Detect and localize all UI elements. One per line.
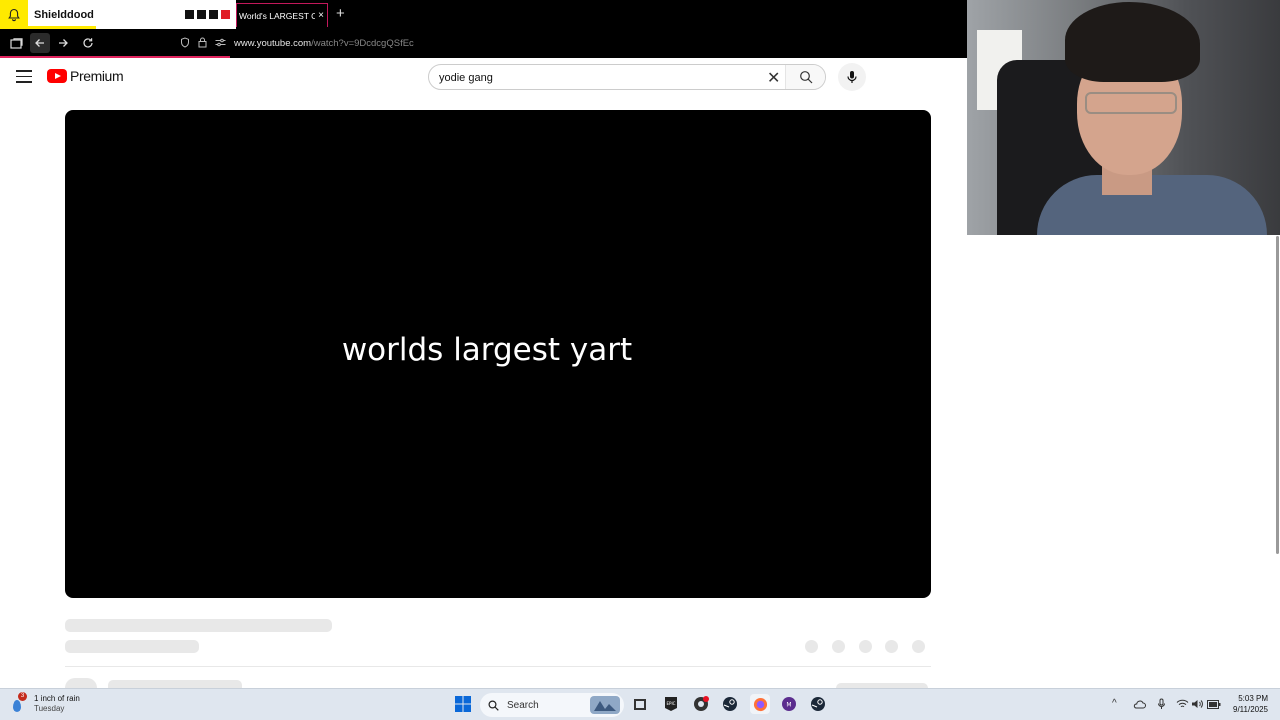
video-caption: worlds largest yart <box>341 332 633 368</box>
tab-strip: Shielddood World's LARGEST Car × + <box>0 0 968 29</box>
clock[interactable]: 5:03 PM 9/11/2025 <box>1233 693 1268 715</box>
forward-arrow-icon <box>59 39 68 47</box>
weather-line-1: 1 inch of rain <box>34 693 80 703</box>
url-domain: www.youtube.com <box>234 38 312 49</box>
clock-date: 9/11/2025 <box>1233 705 1268 714</box>
action-skeleton <box>805 640 818 653</box>
start-icon[interactable] <box>454 695 472 713</box>
action-skeleton <box>832 640 845 653</box>
logo-text: Premium <box>70 68 124 84</box>
title-skeleton <box>65 619 332 632</box>
cloud-icon[interactable] <box>1130 695 1148 713</box>
file-explorer-icon[interactable] <box>631 695 649 713</box>
steam-icon[interactable] <box>721 695 739 713</box>
weather-line-2: Tuesday <box>34 703 65 713</box>
back-button[interactable] <box>30 33 50 53</box>
tab-title: World's LARGEST Car <box>239 10 315 21</box>
back-arrow-icon <box>35 39 44 47</box>
firefox-icon[interactable] <box>750 694 770 714</box>
url-text[interactable]: www.youtube.com/watch?v=9DcdcgQSfEc <box>234 38 414 49</box>
extension-tab-title: Shielddood <box>34 8 94 21</box>
youtube-header: Premium ✕ <box>0 58 968 98</box>
microphone-icon[interactable] <box>1152 695 1170 713</box>
clear-search-icon[interactable]: ✕ <box>767 68 780 88</box>
scrollbar-thumb[interactable] <box>1276 236 1279 554</box>
tab-block-icon <box>185 10 194 19</box>
epic-games-icon[interactable]: EPIC <box>662 695 680 713</box>
search-icon <box>488 699 499 711</box>
new-tab-button[interactable]: + <box>336 5 345 22</box>
volume-icon[interactable] <box>1188 695 1206 713</box>
video-player[interactable]: worlds largest yart <box>65 110 931 598</box>
weather-widget[interactable]: 3 1 inch of rain Tuesday <box>10 692 80 714</box>
voice-search-button[interactable] <box>838 63 866 91</box>
obs-icon[interactable] <box>692 695 710 713</box>
app-icon[interactable]: M <box>780 695 798 713</box>
taskbar-search[interactable]: Search <box>480 693 624 717</box>
extension-tab[interactable]: Shielddood <box>0 0 236 29</box>
tab-block-icon <box>209 10 218 19</box>
youtube-logo[interactable]: Premium <box>47 68 124 84</box>
action-skeleton <box>885 640 898 653</box>
reload-button[interactable] <box>78 33 98 53</box>
forward-button[interactable] <box>53 33 73 53</box>
divider <box>65 666 931 667</box>
permissions-icon[interactable] <box>215 38 226 50</box>
weather-badge: 3 <box>18 692 27 701</box>
action-skeleton <box>859 640 872 653</box>
shield-icon[interactable] <box>180 36 190 51</box>
search-box: ✕ <box>428 64 826 90</box>
tab-block-red-icon <box>221 10 230 19</box>
nav-bar: www.youtube.com/watch?v=9DcdcgQSfEc <box>0 29 968 58</box>
svg-text:EPIC: EPIC <box>667 701 676 706</box>
action-skeleton <box>912 640 925 653</box>
clock-time: 5:03 PM <box>1238 694 1268 703</box>
search-highlight-icon <box>590 696 620 714</box>
channel-skeleton <box>108 680 242 688</box>
search-icon <box>799 71 812 84</box>
sidebar-toggle-icon[interactable] <box>6 33 26 53</box>
webcam-overlay <box>967 0 1280 235</box>
address-bar[interactable]: www.youtube.com/watch?v=9DcdcgQSfEc <box>180 29 414 58</box>
tab-youtube[interactable]: World's LARGEST Car × <box>236 3 328 27</box>
steam-icon[interactable] <box>809 695 827 713</box>
avatar-skeleton <box>65 678 97 688</box>
screen: Shielddood World's LARGEST Car × + <box>0 0 1280 720</box>
search-input[interactable] <box>439 69 759 87</box>
menu-icon[interactable] <box>16 70 32 84</box>
search-button[interactable] <box>785 65 825 89</box>
svg-text:M: M <box>786 702 791 709</box>
bell-icon[interactable] <box>0 0 28 29</box>
url-path: /watch?v=9DcdcgQSfEc <box>311 38 414 49</box>
rain-icon: 3 <box>10 692 28 714</box>
lock-icon[interactable] <box>198 37 207 51</box>
tab-close-icon[interactable]: × <box>315 10 327 21</box>
reload-icon <box>83 38 93 48</box>
battery-icon[interactable] <box>1205 695 1223 713</box>
youtube-play-icon <box>47 69 67 83</box>
chevron-up-icon[interactable]: ^ <box>1112 698 1117 709</box>
taskbar: 3 1 inch of rain Tuesday Search EPIC M ^… <box>0 688 1280 720</box>
tab-block-icon <box>197 10 206 19</box>
taskbar-search-label: Search <box>507 699 539 711</box>
microphone-icon <box>847 71 857 83</box>
subtitle-skeleton <box>65 640 199 653</box>
